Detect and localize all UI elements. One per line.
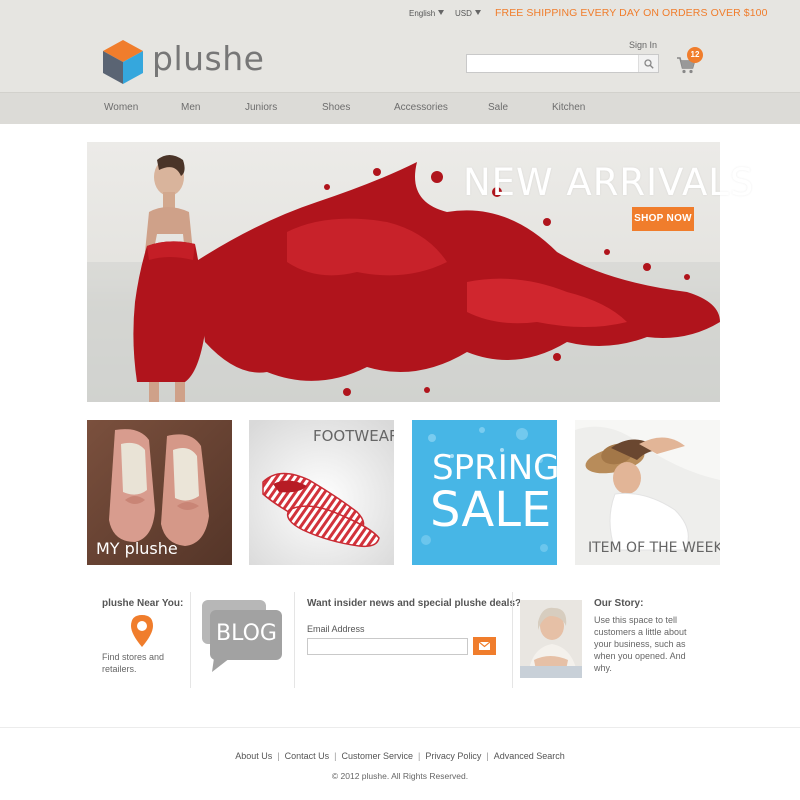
envelope-icon: [479, 642, 490, 650]
tile-label-item-of-the-week: ITEM OF THE WEEK: [588, 540, 720, 556]
main-nav: Women Men Juniors Shoes Accessories Sale…: [0, 92, 800, 124]
separator: |: [486, 751, 489, 761]
currency-selector[interactable]: USD: [455, 9, 481, 18]
nav-item-accessories[interactable]: Accessories: [394, 102, 448, 113]
newsletter-title: Want insider news and special plushe dea…: [307, 598, 522, 609]
separator: |: [334, 751, 337, 761]
footer-link-about[interactable]: About Us: [235, 751, 272, 761]
nav-item-women[interactable]: Women: [104, 102, 138, 113]
chevron-down-icon: [474, 10, 481, 15]
chevron-down-icon: [438, 10, 445, 15]
story-title: Our Story:: [594, 598, 644, 609]
tile-spring-sale[interactable]: SPRING SALE: [412, 420, 557, 565]
nav-item-sale[interactable]: Sale: [488, 102, 508, 113]
search-button[interactable]: [638, 55, 658, 72]
near-you-text: Find stores and retailers.: [102, 652, 165, 674]
shop-now-button[interactable]: SHOP NOW: [632, 207, 694, 231]
map-pin-icon[interactable]: [130, 614, 154, 648]
footer-links: About Us | Contact Us | Customer Service | Pri…: [0, 751, 800, 761]
subscribe-button[interactable]: [473, 637, 496, 655]
top-bar: English USD FREE SHIPPING EVERY DAY ON O…: [0, 6, 800, 22]
divider: [512, 592, 513, 688]
tile-label-footwear: FOOTWEAR: [313, 427, 394, 445]
tile-item-of-the-week[interactable]: ITEM OF THE WEEK: [575, 420, 720, 565]
search-input[interactable]: [467, 55, 639, 72]
blog-label: BLOG: [216, 621, 277, 646]
cart-count-badge: 12: [687, 47, 703, 63]
divider: [294, 592, 295, 688]
story-text: Use this space to tell customers a littl…: [594, 615, 687, 673]
site-header: English USD FREE SHIPPING EVERY DAY ON O…: [0, 0, 800, 124]
near-you-title: plushe Near You:: [102, 598, 184, 609]
tile-label-my-plushe: MY plushe: [96, 539, 178, 558]
footer-link-advanced-search[interactable]: Advanced Search: [494, 751, 565, 761]
footer-link-customer-service[interactable]: Customer Service: [341, 751, 413, 761]
language-value: English: [409, 9, 436, 18]
search-icon: [643, 58, 654, 69]
footer-divider: [0, 727, 800, 728]
nav-item-kitchen[interactable]: Kitchen: [552, 102, 585, 113]
sign-in-link[interactable]: Sign In: [629, 40, 657, 50]
tile-label-spring: SPRING: [432, 448, 557, 488]
divider: [190, 592, 191, 688]
footer-link-privacy[interactable]: Privacy Policy: [425, 751, 481, 761]
brand-name[interactable]: plushe: [152, 39, 264, 78]
footer-link-contact[interactable]: Contact Us: [285, 751, 330, 761]
separator: |: [418, 751, 421, 761]
copyright: © 2012 plushe. All Rights Reserved.: [331, 771, 469, 781]
tile-my-plushe[interactable]: MY plushe: [87, 420, 232, 565]
email-label: Email Address: [307, 624, 365, 634]
language-selector[interactable]: English: [409, 9, 445, 18]
nav-item-juniors[interactable]: Juniors: [245, 102, 277, 113]
hero-title: NEW ARRIVALS: [463, 161, 755, 204]
email-field[interactable]: [307, 638, 468, 655]
owner-photo: [520, 600, 582, 678]
logo-cube-icon[interactable]: [103, 40, 143, 84]
shipping-promo: FREE SHIPPING EVERY DAY ON ORDERS OVER $…: [495, 7, 768, 19]
nav-item-shoes[interactable]: Shoes: [322, 102, 350, 113]
tile-footwear[interactable]: FOOTWEAR: [249, 420, 394, 565]
currency-value: USD: [455, 9, 472, 18]
search-box: [466, 54, 659, 73]
tile-label-sale: SALE: [430, 482, 552, 538]
nav-item-men[interactable]: Men: [181, 102, 200, 113]
separator: |: [277, 751, 280, 761]
